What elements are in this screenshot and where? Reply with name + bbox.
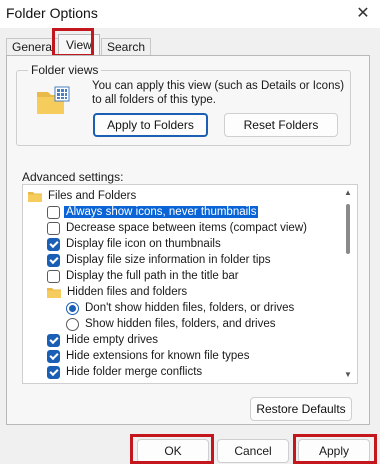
tree-item-label: Hide folder merge conflicts <box>66 366 203 378</box>
checkbox[interactable] <box>47 269 60 283</box>
reset-folders-button[interactable]: Reset Folders <box>224 113 338 137</box>
advanced-settings-label: Advanced settings: <box>22 170 124 184</box>
tree-item-label: Hidden files and folders <box>67 286 188 298</box>
tab-general[interactable]: General <box>6 38 61 56</box>
radio-dont-show-hidden[interactable]: Don't show hidden files, folders, or dri… <box>66 300 296 316</box>
tree-item-label: Don't show hidden files, folders, or dri… <box>85 302 295 314</box>
checkbox-display-full-path[interactable]: Display the full path in the title bar <box>47 268 241 284</box>
checkbox[interactable] <box>47 221 60 235</box>
tree-item-label: Display file size information in folder … <box>66 254 271 266</box>
folder-views-description: You can apply this view (such as Details… <box>92 80 345 106</box>
radio-button[interactable] <box>66 301 79 315</box>
tree-item-label: Display file icon on thumbnails <box>66 238 221 250</box>
tree-item-label: Hide empty drives <box>66 334 159 346</box>
scroll-thumb[interactable] <box>346 204 350 254</box>
tree-folder-files-and-folders: Files and Folders <box>28 188 138 204</box>
tree-folder-hidden-files: Hidden files and folders <box>47 284 189 300</box>
radio-show-hidden[interactable]: Show hidden files, folders, and drives <box>66 316 278 332</box>
checkbox[interactable] <box>47 253 60 267</box>
apply-button[interactable]: Apply <box>298 439 370 463</box>
tree-item-label: Hide extensions for known file types <box>66 350 250 362</box>
ok-button[interactable]: OK <box>137 439 209 463</box>
checkbox-hide-empty-drives[interactable]: Hide empty drives <box>47 332 160 348</box>
checkbox-always-show-icons[interactable]: Always show icons, never thumbnails <box>47 204 259 220</box>
tree-item-label: Show hidden files, folders, and drives <box>85 318 276 330</box>
checkbox[interactable] <box>47 205 60 219</box>
checkbox[interactable] <box>47 333 60 347</box>
restore-defaults-button[interactable]: Restore Defaults <box>250 397 352 421</box>
checkbox[interactable] <box>47 349 60 363</box>
window-title: Folder Options <box>6 5 98 21</box>
checkbox-decrease-space[interactable]: Decrease space between items (compact vi… <box>47 220 309 236</box>
tree-item-label: Files and Folders <box>48 190 137 202</box>
scroll-up-icon[interactable]: ▲ <box>343 188 353 198</box>
close-icon[interactable]: ✕ <box>352 2 374 24</box>
tab-search[interactable]: Search <box>101 38 152 56</box>
tree-item-label: Always show icons, never thumbnails <box>64 206 259 218</box>
apply-to-folders-button[interactable]: Apply to Folders <box>93 113 208 137</box>
checkbox[interactable] <box>47 365 60 379</box>
checkbox-display-file-icon[interactable]: Display file icon on thumbnails <box>47 236 223 252</box>
folder-icon <box>47 288 61 298</box>
tree-scrollbar[interactable]: ▲ ▼ <box>342 186 354 382</box>
tree-item-label: Decrease space between items (compact vi… <box>66 222 307 234</box>
checkbox[interactable] <box>47 237 60 251</box>
checkbox-hide-merge-conflicts[interactable]: Hide folder merge conflicts <box>47 364 204 380</box>
cancel-button[interactable]: Cancel <box>217 439 289 463</box>
title-bar: Folder Options ✕ <box>0 0 380 28</box>
folder-view-icon <box>37 86 70 114</box>
tab-view[interactable]: View <box>58 34 100 56</box>
checkbox-display-file-size[interactable]: Display file size information in folder … <box>47 252 273 268</box>
tree-item-label: Display the full path in the title bar <box>66 270 239 282</box>
scroll-down-icon[interactable]: ▼ <box>343 370 353 380</box>
folder-icon <box>28 192 42 202</box>
folder-views-label: Folder views <box>28 63 102 77</box>
radio-button[interactable] <box>66 317 79 331</box>
advanced-settings-tree: Files and Folders Always show icons, nev… <box>22 184 358 384</box>
checkbox-hide-extensions[interactable]: Hide extensions for known file types <box>47 348 251 364</box>
